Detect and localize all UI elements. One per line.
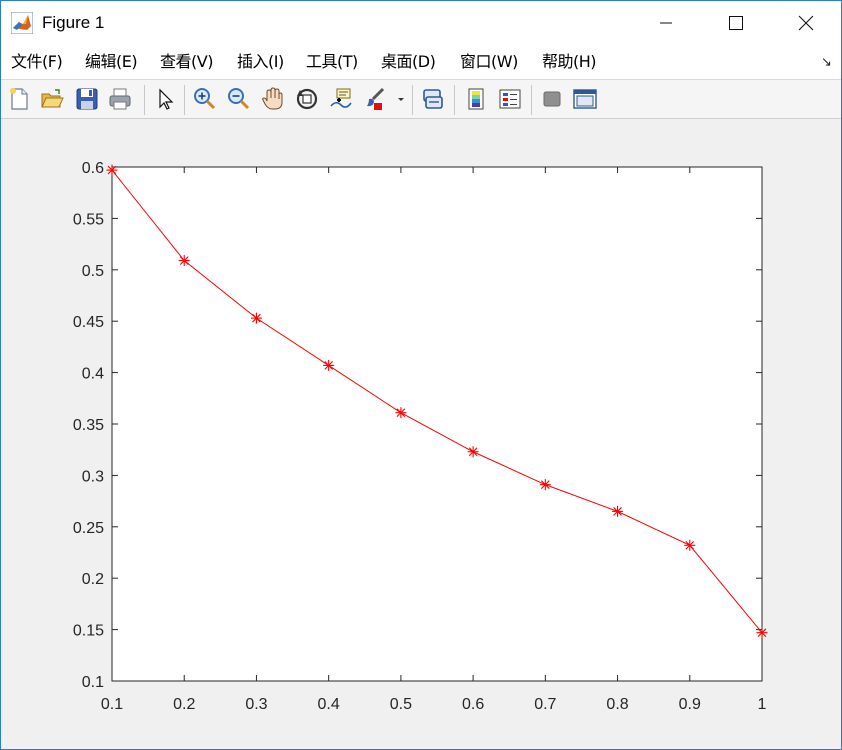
data-point-marker	[323, 359, 335, 371]
x-tick-label: 0.8	[606, 696, 628, 713]
toolbar-separator	[454, 85, 455, 115]
menu-file[interactable]: 文件(F)	[11, 52, 63, 72]
x-tick-label: 0.2	[173, 696, 195, 713]
y-tick-label: 0.15	[73, 623, 104, 640]
x-tick-label: 0.1	[101, 696, 123, 713]
data-point-marker	[467, 446, 479, 458]
maximize-button[interactable]	[701, 1, 771, 45]
plot-area[interactable]: 0.1 0.2 0.3 0.4 0.5 0.6 0.7 0.8 0.9 1 0.1 0.15 0.2 0.…	[1, 119, 841, 749]
data-point-marker	[250, 312, 262, 324]
data-point-marker	[106, 164, 118, 176]
menu-desktop[interactable]: 桌面(D)	[381, 52, 436, 72]
x-tick-label: 0.7	[534, 696, 556, 713]
data-point-marker	[178, 255, 190, 267]
x-tick-label: 0.9	[679, 696, 701, 713]
menu-help[interactable]: 帮助(H)	[542, 52, 597, 72]
brush-dropdown-icon[interactable]	[394, 86, 408, 112]
save-icon[interactable]	[74, 86, 100, 112]
colorbar-icon[interactable]	[463, 86, 489, 112]
close-icon	[798, 15, 814, 31]
menu-edit[interactable]: 编辑(E)	[85, 52, 138, 72]
data-point-marker	[395, 407, 407, 419]
data-point-marker	[684, 539, 696, 551]
legend-icon[interactable]	[497, 86, 523, 112]
data-cursor-icon[interactable]	[328, 86, 354, 112]
window-title: Figure 1	[42, 13, 105, 32]
y-tick-label: 0.55	[73, 211, 104, 228]
data-point-marker	[756, 627, 768, 639]
link-plot-icon[interactable]	[420, 86, 446, 112]
show-plot-tools-icon[interactable]	[572, 86, 598, 112]
figure-window: Figure 1 文件(F) 编辑(E) 查看(V) 插入(I) 工具(T) 桌…	[0, 0, 842, 750]
axes-background	[112, 167, 762, 681]
y-tick-label: 0.6	[82, 160, 104, 177]
data-point-marker	[539, 479, 551, 491]
y-tick-label: 0.1	[82, 674, 104, 691]
x-tick-label: 0.4	[318, 696, 340, 713]
close-button[interactable]	[771, 1, 841, 45]
y-tick-label: 0.3	[82, 468, 104, 485]
open-file-icon[interactable]	[39, 86, 65, 112]
matlab-logo-icon	[11, 12, 33, 34]
y-tick-label: 0.4	[82, 366, 104, 383]
brush-icon[interactable]	[362, 86, 388, 112]
title-bar[interactable]: Figure 1	[1, 1, 841, 45]
data-point-marker	[612, 505, 624, 517]
menu-tools[interactable]: 工具(T)	[306, 52, 358, 72]
toolbar-separator	[184, 85, 185, 115]
select-pointer-icon[interactable]	[152, 86, 178, 112]
y-tick-label: 0.35	[73, 417, 104, 434]
print-icon[interactable]	[107, 86, 133, 112]
rotate-3d-icon[interactable]	[294, 86, 320, 112]
toolbar-separator	[144, 85, 145, 115]
x-tick-label: 0.6	[462, 696, 484, 713]
zoom-in-icon[interactable]	[192, 86, 218, 112]
dock-figure-icon[interactable]: ↘	[821, 55, 832, 70]
x-tick-label: 1	[758, 696, 767, 713]
toolbar-separator	[412, 85, 413, 115]
menu-window[interactable]: 窗口(W)	[460, 52, 518, 72]
y-tick-label: 0.2	[82, 571, 104, 588]
menu-view[interactable]: 查看(V)	[160, 52, 213, 72]
x-tick-label: 0.3	[245, 696, 267, 713]
y-tick-label: 0.25	[73, 520, 104, 537]
menu-bar: 文件(F) 编辑(E) 查看(V) 插入(I) 工具(T) 桌面(D) 窗口(W…	[1, 45, 841, 79]
minimize-icon	[660, 22, 672, 24]
zoom-out-icon[interactable]	[226, 86, 252, 112]
y-tick-label: 0.5	[82, 263, 104, 280]
y-tick-label: 0.45	[73, 314, 104, 331]
x-tick-label: 0.5	[390, 696, 412, 713]
new-figure-icon[interactable]	[6, 86, 32, 112]
pan-hand-icon[interactable]	[260, 86, 286, 112]
menu-insert[interactable]: 插入(I)	[237, 52, 284, 72]
toolbar-separator	[531, 85, 532, 115]
hide-plot-tools-icon[interactable]	[539, 86, 565, 112]
maximize-icon	[729, 16, 743, 30]
figure-toolbar	[1, 79, 841, 119]
minimize-button[interactable]	[631, 1, 701, 45]
